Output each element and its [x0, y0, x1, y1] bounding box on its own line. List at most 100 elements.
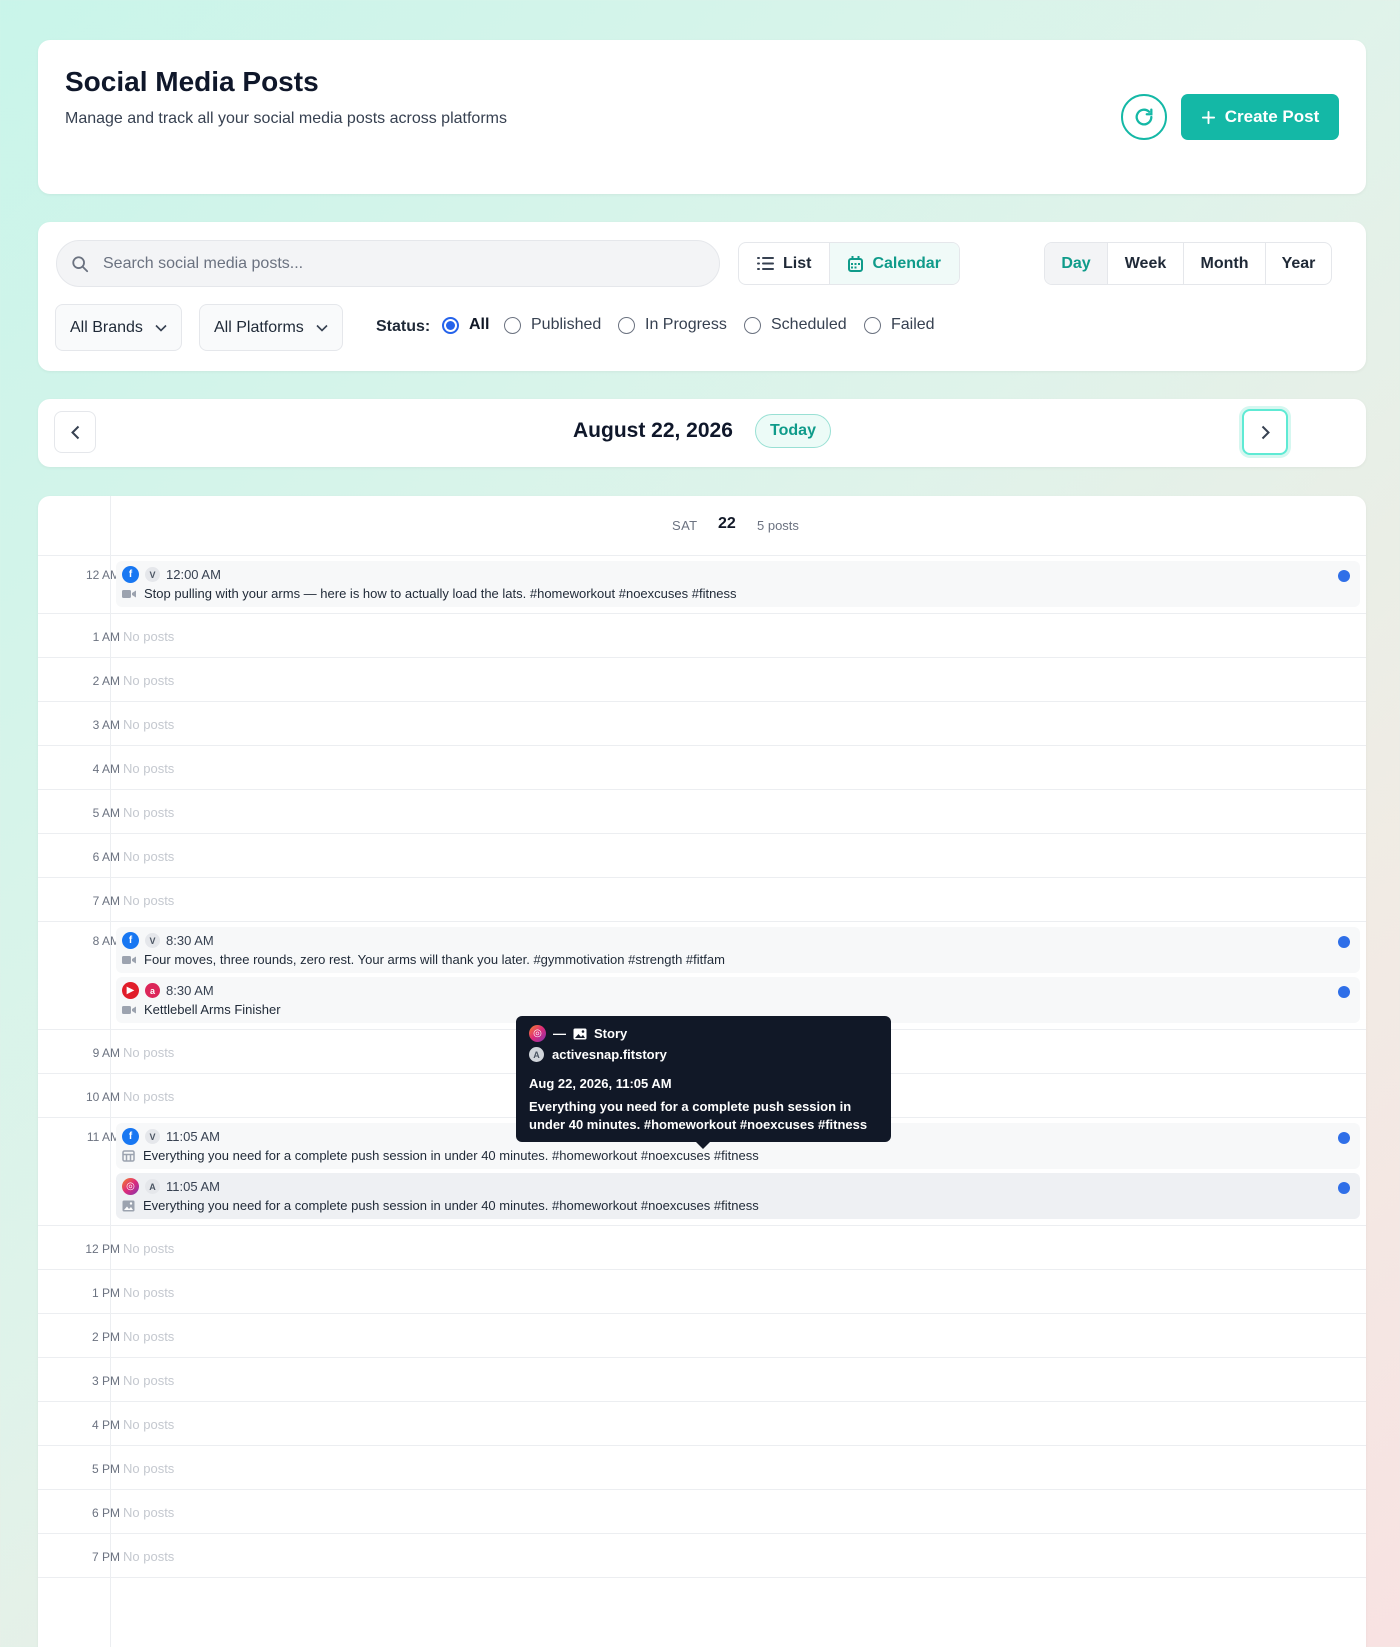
hour-row: 2 AM No posts: [38, 658, 1366, 702]
today-button[interactable]: Today: [755, 414, 831, 448]
search-icon: [72, 255, 89, 272]
status-label: Status:: [376, 318, 431, 335]
tooltip-text: Everything you need for a complete push …: [529, 1099, 868, 1132]
no-posts-text: No posts: [123, 1045, 175, 1060]
radio-unchecked: [504, 316, 521, 334]
create-post-label: Create Post: [1224, 107, 1320, 126]
post-meta: f V 8:30 AM: [122, 932, 214, 949]
no-posts-text: No posts: [123, 1329, 175, 1344]
status-failed-label: Failed: [891, 316, 935, 333]
post-item[interactable]: f V 8:30 AM Four moves, three rounds, zero …: [116, 927, 1360, 973]
no-posts-text: No posts: [123, 629, 175, 644]
avatar: A: [145, 1179, 160, 1194]
range-month-button[interactable]: Month: [1183, 243, 1265, 284]
hour-row: 6 AM No posts: [38, 834, 1366, 878]
refresh-button[interactable]: [1121, 94, 1167, 140]
hour-row: 7 PM No posts: [38, 1534, 1366, 1578]
no-posts-text: No posts: [123, 1089, 175, 1104]
platform-select[interactable]: All Platforms: [199, 304, 343, 351]
post-text: Stop pulling with your arms — here is ho…: [144, 586, 737, 601]
current-date: August 22, 2026: [573, 419, 733, 442]
status-scheduled-label: Scheduled: [771, 316, 847, 333]
brand-select[interactable]: All Brands: [55, 304, 182, 351]
prev-day-button[interactable]: [54, 411, 96, 453]
hour-row: 5 PM No posts: [38, 1446, 1366, 1490]
avatar: V: [145, 567, 160, 582]
hour-row: 3 AM No posts: [38, 702, 1366, 746]
avatar: V: [145, 1129, 160, 1144]
tooltip-account-name: activesnap.fitstory: [552, 1047, 667, 1062]
post-item[interactable]: ◎ A 11:05 AM Everything you need for a comp…: [116, 1173, 1360, 1219]
status-dot: [1338, 936, 1350, 948]
plus-icon: [1201, 110, 1215, 124]
post-text: Four moves, three rounds, zero rest. You…: [144, 952, 725, 967]
post-item[interactable]: f V 12:00 AM Stop pulling with your arms — …: [116, 561, 1360, 607]
status-radio-published[interactable]: Published: [504, 316, 601, 334]
no-posts-text: No posts: [123, 1241, 175, 1256]
status-radio-failed[interactable]: Failed: [864, 316, 935, 334]
post-time: 8:30 AM: [166, 933, 214, 948]
range-year-button[interactable]: Year: [1265, 243, 1331, 284]
tooltip-account: A activesnap.fitstory: [529, 1047, 667, 1062]
view-switcher: List Calendar: [738, 242, 960, 285]
no-posts-text: No posts: [123, 1373, 175, 1388]
chevron-down-icon: [155, 324, 167, 332]
post-meta: ▶ a 8:30 AM: [122, 982, 214, 999]
post-content: Everything you need for a complete push …: [122, 1198, 759, 1213]
create-post-button[interactable]: Create Post: [1181, 94, 1339, 140]
hour-label: 3 PM: [91, 1374, 120, 1388]
platform-select-value: All Platforms: [214, 318, 304, 336]
hour-label: 12 AM: [85, 568, 120, 582]
status-dot: [1338, 986, 1350, 998]
avatar: A: [529, 1047, 544, 1062]
refresh-icon: [1135, 108, 1153, 126]
hour-label: 4 AM: [92, 762, 120, 776]
hour-row: 1 AM No posts: [38, 614, 1366, 658]
instagram-icon: ◎: [529, 1025, 546, 1042]
search-input[interactable]: [103, 254, 663, 273]
no-posts-text: No posts: [123, 849, 175, 864]
next-day-button[interactable]: [1242, 409, 1288, 455]
calendar-view-button[interactable]: Calendar: [830, 243, 959, 284]
tooltip-datetime: Aug 22, 2026, 11:05 AM: [529, 1076, 672, 1091]
post-time: 11:05 AM: [166, 1179, 220, 1194]
radio-unchecked: [864, 316, 881, 334]
radio-unchecked: [618, 316, 635, 334]
no-posts-text: No posts: [123, 1417, 175, 1432]
hour-row: 8 AM f V 8:30 AM Four moves, three rounds, z…: [38, 922, 1366, 1030]
hour-row: 3 PM No posts: [38, 1358, 1366, 1402]
day-post-count: 5 posts: [757, 518, 799, 533]
hour-row: 12 AM f V 12:00 AM Stop pulling with your ar…: [38, 556, 1366, 614]
post-text: Everything you need for a complete push …: [143, 1198, 759, 1213]
list-view-button[interactable]: List: [739, 243, 831, 284]
status-all-label: All: [469, 316, 490, 333]
status-radio-scheduled[interactable]: Scheduled: [744, 316, 847, 334]
hour-label: 1 AM: [92, 630, 120, 644]
facebook-icon: f: [122, 1128, 139, 1145]
hour-label: 2 PM: [91, 1330, 120, 1344]
tooltip-type: Story: [594, 1026, 628, 1041]
hour-row: 6 PM No posts: [38, 1490, 1366, 1534]
post-text: Everything you need for a complete push …: [143, 1148, 759, 1163]
hour-label: 7 PM: [91, 1550, 120, 1564]
search-box[interactable]: [56, 240, 720, 287]
radio-checked: [442, 316, 459, 334]
no-posts-text: No posts: [123, 893, 175, 908]
video-icon: [122, 1005, 136, 1015]
instagram-icon: ◎: [122, 1178, 139, 1195]
no-posts-text: No posts: [123, 1549, 175, 1564]
status-radio-all[interactable]: All: [442, 316, 489, 334]
range-day-button[interactable]: Day: [1045, 243, 1107, 284]
post-text: Kettlebell Arms Finisher: [144, 1002, 281, 1017]
calendar-icon: [848, 255, 864, 272]
status-dot: [1338, 570, 1350, 582]
hour-label: 2 AM: [92, 674, 120, 688]
post-time: 8:30 AM: [166, 983, 214, 998]
range-switcher: Day Week Month Year: [1044, 242, 1332, 285]
hour-row: 4 PM No posts: [38, 1402, 1366, 1446]
image-icon: [122, 1200, 135, 1212]
page-header: Social Media Posts Manage and track all …: [38, 40, 1366, 194]
range-week-button[interactable]: Week: [1107, 243, 1183, 284]
hour-label: 1 PM: [91, 1286, 120, 1300]
status-radio-in-progress[interactable]: In Progress: [618, 316, 727, 334]
